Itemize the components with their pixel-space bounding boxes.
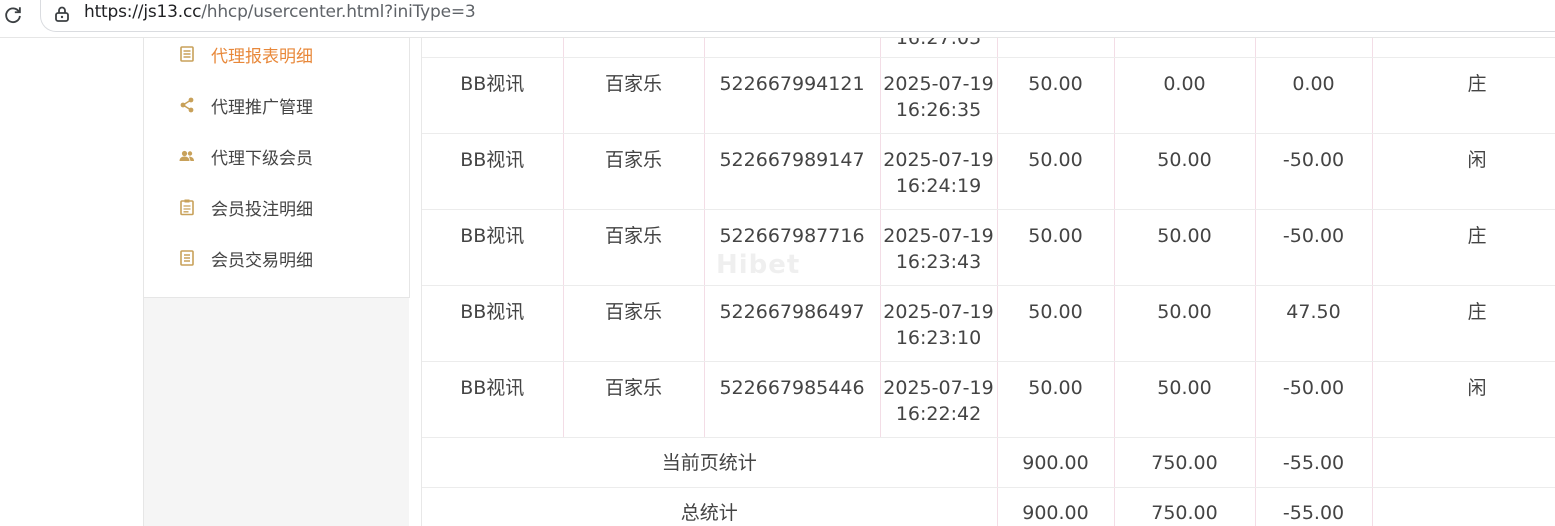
bet-time: 16:23:43: [895, 251, 982, 273]
sidebar-item-label: 会员交易明细: [211, 251, 313, 271]
grand-total-label: 总统计: [422, 487, 998, 526]
bet-time: 16:23:10: [895, 327, 982, 349]
game-cell: 百家乐: [563, 285, 705, 362]
platform-cell: BB视讯: [422, 57, 564, 134]
sidebar-item-agent-members[interactable]: 代理下级会员: [144, 137, 410, 177]
order-number-cell: 522667989147: [704, 133, 881, 210]
bet-amount-cell: 50.00: [997, 133, 1115, 210]
grand-total-row: 总统计 900.00 750.00 -55.00: [422, 487, 1555, 526]
page-total-bet: 900.00: [997, 437, 1115, 488]
url-host: https://js13.cc: [84, 2, 202, 22]
bet-date: 2025-07-19: [883, 149, 994, 171]
bet-records-panel: 16:27:05 BB视讯 百家乐 522667994121 2025-07-1…: [421, 38, 1555, 526]
bet-result-cell: 庄: [1372, 57, 1555, 134]
valid-bet-cell: 50.00: [1114, 209, 1256, 286]
order-number-cell: 522667985446: [704, 361, 881, 438]
bet-time: 16:26:35: [895, 99, 982, 121]
platform-cell: BB视讯: [422, 361, 564, 438]
bet-time-cell: 2025-07-19 16:23:10: [880, 285, 998, 362]
sidebar-item-member-transactions[interactable]: 会员交易明细: [144, 239, 410, 279]
bet-result-cell: 庄: [1372, 285, 1555, 362]
bet-result-cell: 庄: [1372, 209, 1555, 286]
bet-amount-cell: 50.00: [997, 57, 1115, 134]
bet-date: 2025-07-19: [883, 73, 994, 95]
bet-time: 16:24:19: [895, 175, 982, 197]
win-loss-cell: -50.00: [1255, 209, 1373, 286]
url-path: /hhcp/usercenter.html?iniType=3: [201, 2, 476, 22]
browser-toolbar: https://js13.cc/hhcp/usercenter.html?ini…: [0, 0, 1555, 38]
valid-bet-cell: 50.00: [1114, 133, 1256, 210]
table-row: BB视讯 百家乐 522667986497 2025-07-19 16:23:10…: [422, 285, 1555, 362]
sidebar-item-agent-promotion[interactable]: 代理推广管理: [144, 86, 410, 126]
users-icon: [179, 150, 194, 161]
game-cell: 百家乐: [563, 361, 705, 438]
win-loss-cell: 0.00: [1255, 57, 1373, 134]
platform-cell: BB视讯: [422, 209, 564, 286]
bet-amount-cell: 50.00: [997, 285, 1115, 362]
address-url[interactable]: https://js13.cc/hhcp/usercenter.html?ini…: [84, 2, 476, 22]
bet-time-cell: 2025-07-19 16:22:42: [880, 361, 998, 438]
sidebar-item-label: 会员投注明细: [211, 200, 313, 220]
bet-time-cell: 2025-07-19 16:24:19: [880, 133, 998, 210]
table-row: BB视讯 百家乐 522667989147 2025-07-19 16:24:19…: [422, 133, 1555, 210]
sidebar-item-label: 代理报表明细: [211, 47, 313, 67]
table-row: BB视讯 百家乐 522667994121 2025-07-19 16:26:35…: [422, 57, 1555, 134]
ledger-icon: [180, 250, 194, 266]
bet-date: 2025-07-19: [883, 225, 994, 247]
share-icon: [180, 97, 194, 113]
grand-total-bet: 900.00: [997, 487, 1115, 526]
bet-date: 2025-07-19: [883, 301, 994, 323]
sidebar-item-agent-report[interactable]: 代理报表明细: [144, 35, 410, 75]
win-loss-cell: 47.50: [1255, 285, 1373, 362]
sidebar-item-label: 代理推广管理: [211, 98, 313, 118]
page-total-valid: 750.00: [1114, 437, 1256, 488]
platform-cell: BB视讯: [422, 285, 564, 362]
order-number-cell: 522667987716: [704, 209, 881, 286]
bet-date: 2025-07-19: [883, 377, 994, 399]
grand-total-winloss: -55.00: [1255, 487, 1373, 526]
bet-result-cell: 闲: [1372, 361, 1555, 438]
grand-total-valid: 750.00: [1114, 487, 1256, 526]
sidebar-item-member-bets[interactable]: 会员投注明细: [144, 188, 410, 228]
bet-time-cell: 16:27:05: [895, 38, 982, 49]
page-total-row: 当前页统计 900.00 750.00 -55.00: [422, 437, 1555, 488]
report-icon: [180, 46, 194, 62]
order-number-cell: 522667994121: [704, 57, 881, 134]
bet-result-cell: 闲: [1372, 133, 1555, 210]
valid-bet-cell: 50.00: [1114, 285, 1256, 362]
game-cell: 百家乐: [563, 133, 705, 210]
bet-time-cell: 2025-07-19 16:26:35: [880, 57, 998, 134]
table-row-partial: 16:27:05: [422, 38, 1555, 58]
table-row: BB视讯 百家乐 522667985446 2025-07-19 16:22:42…: [422, 361, 1555, 438]
win-loss-cell: -50.00: [1255, 361, 1373, 438]
page-total-label: 当前页统计: [422, 437, 998, 488]
site-info-icon[interactable]: [52, 4, 72, 24]
valid-bet-cell: 50.00: [1114, 361, 1256, 438]
page-total-winloss: -55.00: [1255, 437, 1373, 488]
bet-time: 16:22:42: [895, 403, 982, 425]
bet-records-table: 16:27:05 BB视讯 百家乐 522667994121 2025-07-1…: [422, 38, 1555, 526]
sidebar: 代理报表明细 代理推广管理 代理下级会员 会员投注明细 会员交易明细: [143, 38, 410, 526]
reload-icon[interactable]: [2, 4, 24, 26]
bet-time-cell: 2025-07-19 16:23:43: [880, 209, 998, 286]
order-number-cell: 522667986497: [704, 285, 881, 362]
clipboard-icon: [180, 199, 194, 216]
valid-bet-cell: 0.00: [1114, 57, 1256, 134]
game-cell: 百家乐: [563, 209, 705, 286]
win-loss-cell: -50.00: [1255, 133, 1373, 210]
game-cell: 百家乐: [563, 57, 705, 134]
bet-amount-cell: 50.00: [997, 361, 1115, 438]
sidebar-menu: 代理报表明细 代理推广管理 代理下级会员 会员投注明细 会员交易明细: [144, 38, 410, 298]
sidebar-item-label: 代理下级会员: [211, 149, 313, 169]
bet-amount-cell: 50.00: [997, 209, 1115, 286]
table-row: BB视讯 百家乐 522667987716 2025-07-19 16:23:43…: [422, 209, 1555, 286]
platform-cell: BB视讯: [422, 133, 564, 210]
